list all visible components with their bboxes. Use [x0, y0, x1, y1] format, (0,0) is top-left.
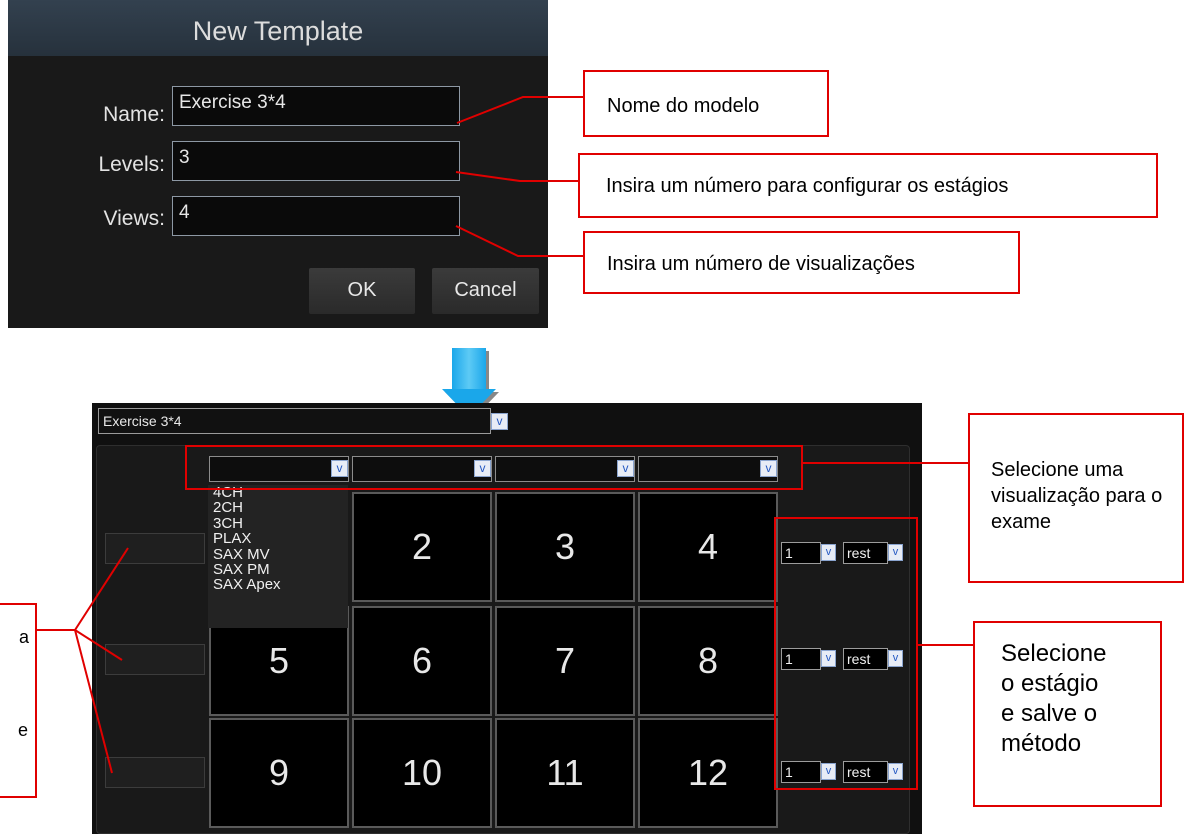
connector-lines [37, 96, 973, 774]
